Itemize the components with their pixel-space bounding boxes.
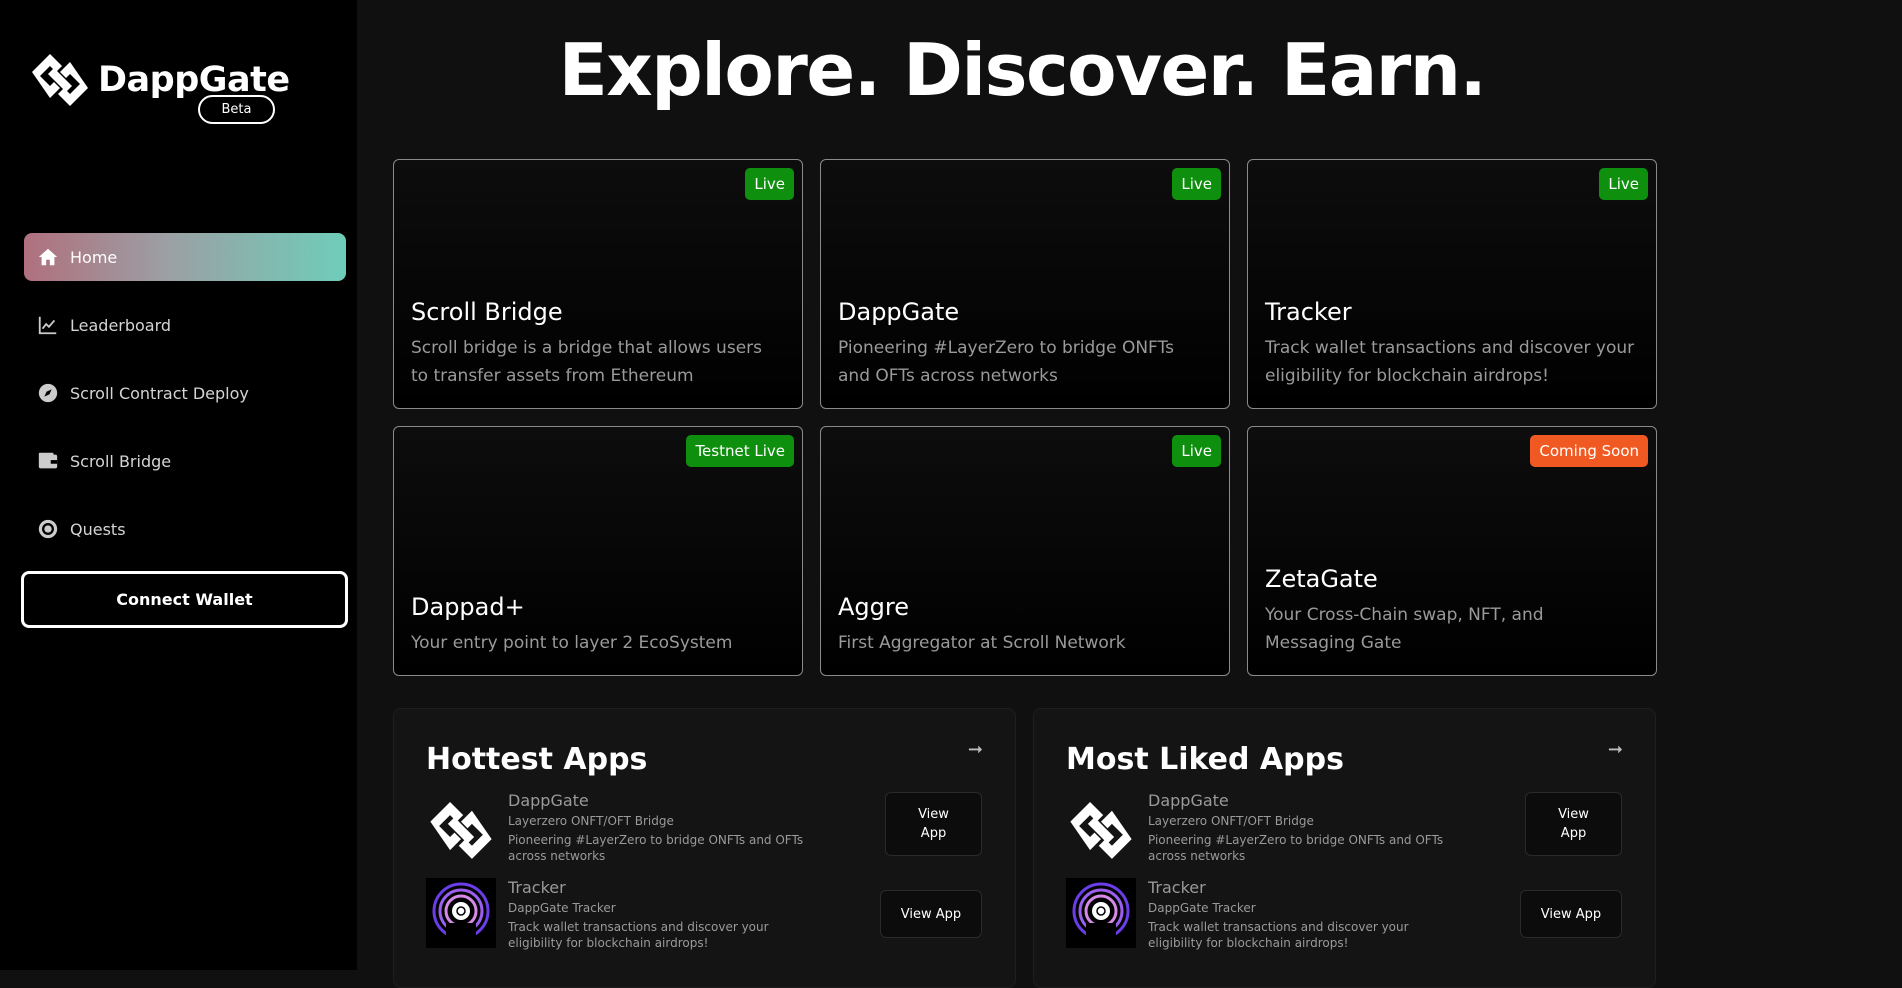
app-name: DappGate xyxy=(1148,791,1229,810)
page-title: Explore. Discover. Earn. xyxy=(558,28,1487,112)
sidebar-item-scroll-bridge[interactable]: Scroll Bridge xyxy=(24,437,346,485)
sidebar-item-label: Home xyxy=(70,247,118,267)
main-content: Explore. Discover. Earn. Live Scroll Bri… xyxy=(357,0,1902,988)
target-icon xyxy=(36,517,60,541)
sidebar-item-label: Leaderboard xyxy=(70,315,172,335)
tracker-logo-icon xyxy=(1066,878,1136,948)
featured-apps-grid: Live Scroll Bridge Scroll bridge is a br… xyxy=(393,159,1658,676)
app-subtitle: DappGate Tracker xyxy=(508,901,616,915)
hottest-apps-panel: ➞ Hottest Apps DappGate Layerzero ONFT/O… xyxy=(393,708,1016,988)
sidebar-nav: Home Leaderboard Scroll Contract Deploy … xyxy=(24,233,346,573)
list-item: Tracker DappGate Tracker Track wallet tr… xyxy=(426,878,982,951)
card-description: Pioneering #LayerZero to bridge ONFTs an… xyxy=(838,338,1174,386)
dappgate-logo-icon xyxy=(32,54,88,106)
view-app-button[interactable]: View App xyxy=(885,792,982,856)
list-item: DappGate Layerzero ONFT/OFT Bridge Pione… xyxy=(1066,791,1622,864)
sidebar-item-leaderboard[interactable]: Leaderboard xyxy=(24,301,346,349)
wallet-icon xyxy=(36,449,60,473)
status-badge: Coming Soon xyxy=(1530,435,1648,467)
card-description: Your Cross-Chain swap, NFT, and Messagin… xyxy=(1265,605,1544,653)
status-badge: Testnet Live xyxy=(686,435,794,467)
list-item: DappGate Layerzero ONFT/OFT Bridge Pione… xyxy=(426,791,982,864)
sidebar: DappGate Beta Home Leaderboard Scroll Co… xyxy=(0,0,357,970)
card-title: Dappad+ xyxy=(411,593,525,621)
app-description: Pioneering #LayerZero to bridge ONFTs an… xyxy=(508,833,804,863)
dappgate-logo-icon xyxy=(1070,801,1132,859)
sidebar-item-quests[interactable]: Quests xyxy=(24,505,346,553)
arrow-right-icon[interactable]: ➞ xyxy=(1608,739,1623,760)
card-title: Aggre xyxy=(838,593,909,621)
status-badge: Live xyxy=(1172,168,1221,200)
status-badge: Live xyxy=(745,168,794,200)
status-badge: Live xyxy=(1599,168,1648,200)
app-subtitle: Layerzero ONFT/OFT Bridge xyxy=(1148,814,1314,828)
list-item: Tracker DappGate Tracker Track wallet tr… xyxy=(1066,878,1622,951)
sidebar-item-label: Scroll Contract Deploy xyxy=(70,383,249,403)
app-card-zetagate[interactable]: Coming Soon ZetaGate Your Cross-Chain sw… xyxy=(1247,426,1657,676)
card-title: ZetaGate xyxy=(1265,565,1378,593)
sidebar-item-label: Quests xyxy=(70,519,126,539)
arrow-right-icon[interactable]: ➞ xyxy=(968,739,983,760)
compass-icon xyxy=(36,381,60,405)
card-title: Scroll Bridge xyxy=(411,298,563,326)
card-description: Scroll bridge is a bridge that allows us… xyxy=(411,338,762,386)
most-liked-apps-panel: ➞ Most Liked Apps DappGate Layerzero ONF… xyxy=(1033,708,1656,988)
app-card-aggre[interactable]: Live Aggre First Aggregator at Scroll Ne… xyxy=(820,426,1230,676)
card-description: First Aggregator at Scroll Network xyxy=(838,633,1126,653)
status-badge: Live xyxy=(1172,435,1221,467)
card-title: DappGate xyxy=(838,298,960,326)
app-card-dappad[interactable]: Testnet Live Dappad+ Your entry point to… xyxy=(393,426,803,676)
connect-wallet-button[interactable]: Connect Wallet xyxy=(21,571,348,628)
app-card-tracker[interactable]: Live Tracker Track wallet transactions a… xyxy=(1247,159,1657,409)
panel-title: Hottest Apps xyxy=(426,742,648,777)
view-app-button[interactable]: View App xyxy=(1520,890,1622,938)
chart-icon xyxy=(36,313,60,337)
app-name: Tracker xyxy=(1148,878,1206,897)
sidebar-item-label: Scroll Bridge xyxy=(70,451,172,471)
card-description: Track wallet transactions and discover y… xyxy=(1265,338,1635,386)
view-app-button[interactable]: View App xyxy=(880,890,982,938)
dappgate-logo-icon xyxy=(430,801,492,859)
view-app-button[interactable]: View App xyxy=(1525,792,1622,856)
app-card-scroll-bridge[interactable]: Live Scroll Bridge Scroll bridge is a br… xyxy=(393,159,803,409)
app-description: Pioneering #LayerZero to bridge ONFTs an… xyxy=(1148,833,1444,863)
beta-badge: Beta xyxy=(198,95,275,124)
app-subtitle: Layerzero ONFT/OFT Bridge xyxy=(508,814,674,828)
app-subtitle: DappGate Tracker xyxy=(1148,901,1256,915)
app-card-dappgate[interactable]: Live DappGate Pioneering #LayerZero to b… xyxy=(820,159,1230,409)
app-description: Track wallet transactions and discover y… xyxy=(508,920,769,950)
card-title: Tracker xyxy=(1265,298,1352,326)
brand-name: DappGate xyxy=(98,60,290,100)
app-name: Tracker xyxy=(508,878,566,897)
sidebar-item-scroll-contract-deploy[interactable]: Scroll Contract Deploy xyxy=(24,369,346,417)
app-description: Track wallet transactions and discover y… xyxy=(1148,920,1409,950)
card-description: Your entry point to layer 2 EcoSystem xyxy=(411,633,733,653)
tracker-logo-icon xyxy=(426,878,496,948)
home-icon xyxy=(36,245,60,269)
sidebar-item-home[interactable]: Home xyxy=(24,233,346,281)
panel-title: Most Liked Apps xyxy=(1066,742,1344,777)
app-name: DappGate xyxy=(508,791,589,810)
